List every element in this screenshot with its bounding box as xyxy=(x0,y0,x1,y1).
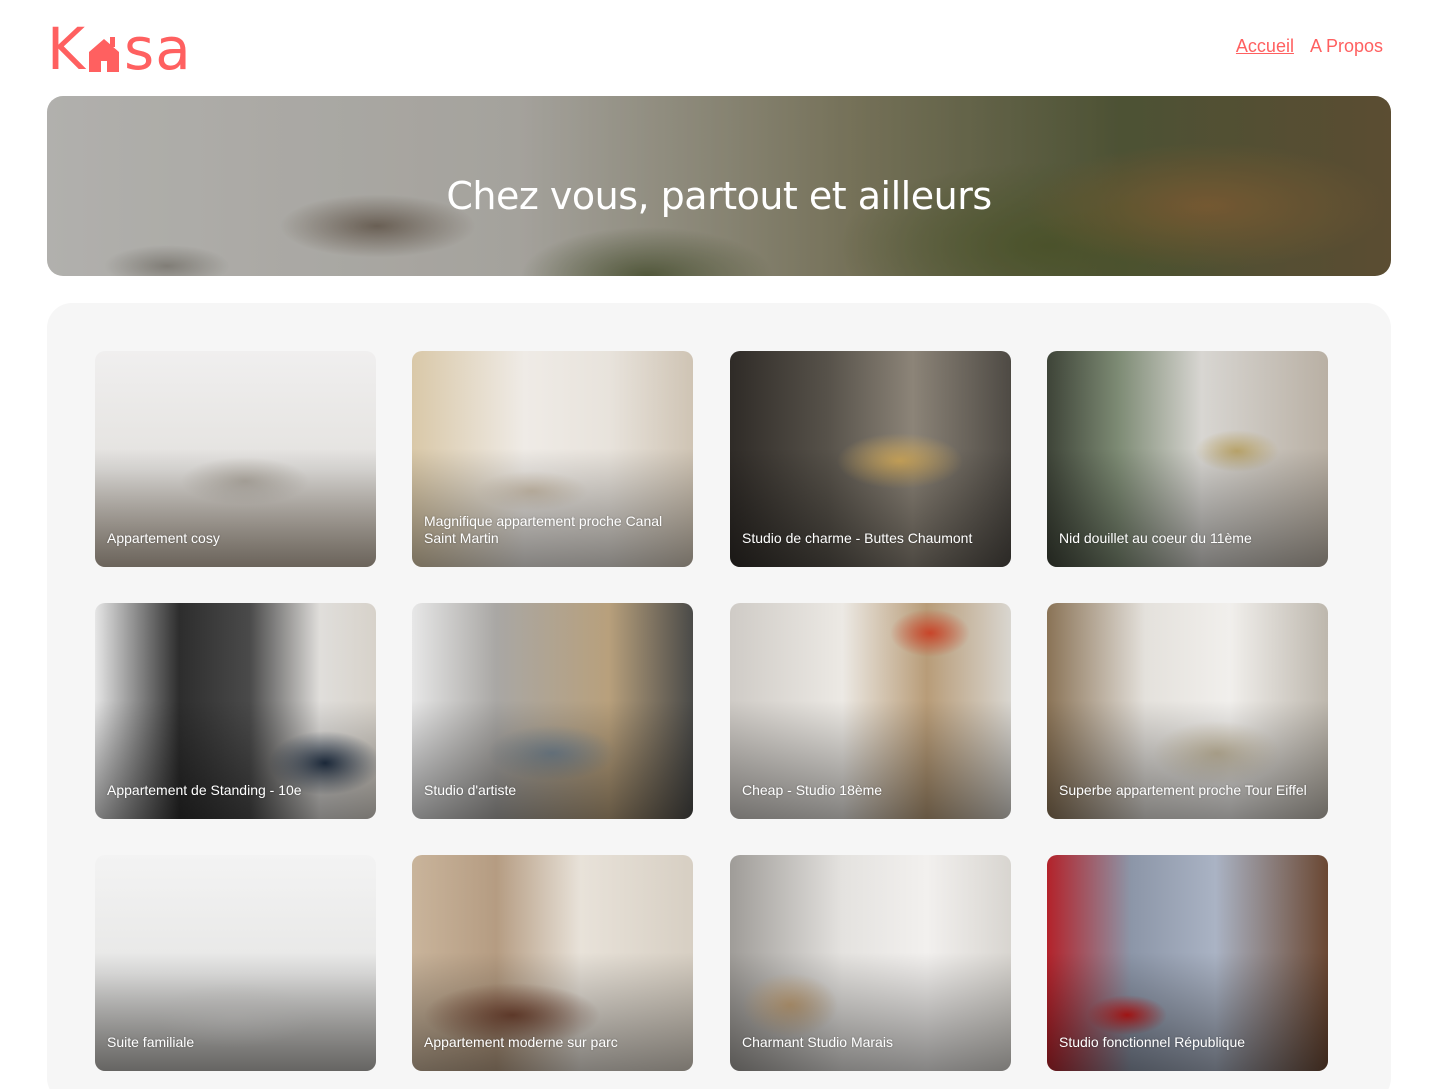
listing-title: Charmant Studio Marais xyxy=(742,1034,893,1050)
listing-title: Studio d'artiste xyxy=(424,782,517,798)
nav-link-a-propos[interactable]: A Propos xyxy=(1310,36,1383,57)
listing-title: Appartement de Standing - 10e xyxy=(107,782,302,798)
listing-title: Studio de charme - Buttes Chaumont xyxy=(742,530,973,546)
kasa-logo[interactable]: K sa xyxy=(47,15,192,83)
listing-title: Nid douillet au coeur du 11ème xyxy=(1059,530,1252,546)
listing-card[interactable]: Studio de charme - Buttes Chaumont xyxy=(730,351,1011,567)
logo-letter-k: K xyxy=(47,15,87,83)
listing-title: Suite familiale xyxy=(107,1034,195,1050)
listing-card[interactable]: Appartement cosy xyxy=(95,351,376,567)
listing-card[interactable]: Studio fonctionnel République xyxy=(1047,855,1328,1071)
logo-letters-sa: sa xyxy=(124,15,192,83)
listing-card[interactable]: Magnifique appartement proche Canal Sain… xyxy=(412,351,693,567)
listing-card[interactable]: Appartement moderne sur parc xyxy=(412,855,693,1071)
listing-card[interactable]: Studio d'artiste xyxy=(412,603,693,819)
main-nav: Accueil A Propos xyxy=(1236,36,1383,57)
house-icon xyxy=(89,37,120,72)
nav-link-accueil[interactable]: Accueil xyxy=(1236,36,1294,57)
listing-title: Studio fonctionnel République xyxy=(1059,1034,1246,1050)
listing-card[interactable]: Superbe appartement proche Tour Eiffel xyxy=(1047,603,1328,819)
listing-card[interactable]: Suite familiale xyxy=(95,855,376,1071)
listing-card[interactable]: Charmant Studio Marais xyxy=(730,855,1011,1071)
listing-title: Cheap - Studio 18ème xyxy=(742,782,883,798)
listing-title: Appartement moderne sur parc xyxy=(424,1034,618,1050)
hero-banner: Chez vous, partout et ailleurs xyxy=(47,96,1391,276)
listing-card[interactable]: Appartement de Standing - 10e xyxy=(95,603,376,819)
listing-card[interactable]: Nid douillet au coeur du 11ème xyxy=(1047,351,1328,567)
listings-gallery: Appartement cosy Magnifique appartement … xyxy=(47,303,1391,1089)
listing-title: Magnifique appartement proche Canal Sain… xyxy=(424,513,663,546)
banner-title: Chez vous, partout et ailleurs xyxy=(446,174,992,218)
listing-title: Superbe appartement proche Tour Eiffel xyxy=(1059,782,1307,798)
site-header: K sa Accueil A Propos xyxy=(47,15,1391,83)
listing-card[interactable]: Cheap - Studio 18ème xyxy=(730,603,1011,819)
listing-title: Appartement cosy xyxy=(107,530,220,546)
